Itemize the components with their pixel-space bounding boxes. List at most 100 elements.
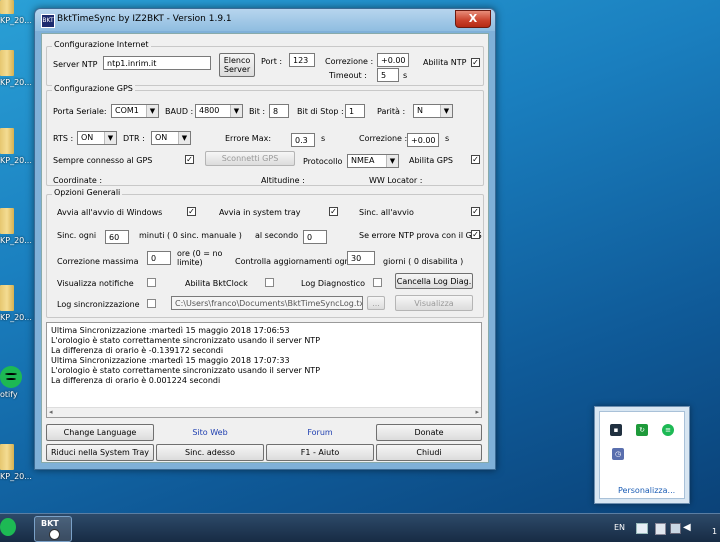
scroll-left-icon[interactable]: ◂ — [49, 408, 53, 417]
coordinates-label: Coordinate : — [53, 176, 103, 185]
sync-every-label: Sinc. ogni — [57, 231, 97, 240]
log-path-input[interactable]: C:\Users\franco\Documents\BktTimeSyncLog… — [171, 296, 363, 310]
sync-log-output[interactable]: Ultima Sincronizzazione :martedì 15 magg… — [46, 322, 482, 418]
ntp-correction-input[interactable]: +0.00 — [377, 53, 409, 67]
desktop-icon-label: KP_20... — [0, 78, 32, 87]
view-log-button[interactable]: Visualizza — [395, 295, 473, 311]
desktop-icon[interactable]: KP_20... — [0, 128, 32, 165]
monitor-icon[interactable]: ▪ — [610, 424, 622, 436]
browse-button[interactable]: ... — [367, 296, 385, 310]
donate-button[interactable]: Donate — [376, 424, 482, 441]
chevron-down-icon: ▼ — [386, 155, 398, 167]
keyboard-icon[interactable] — [655, 523, 666, 535]
always-connected-checkbox[interactable]: ✓ — [185, 155, 194, 164]
desktop-icon[interactable]: KP_20... — [0, 0, 32, 25]
max-correction-input[interactable]: 0 — [147, 251, 171, 265]
bktclock-checkbox[interactable] — [265, 278, 274, 287]
chevron-down-icon: ▼ — [104, 132, 116, 144]
spotify-tray-icon[interactable]: ≡ — [662, 424, 674, 436]
start-windows-checkbox[interactable]: ✓ — [187, 207, 196, 216]
bktclock-label: Abilita BktClock — [185, 279, 248, 288]
sync-every-input[interactable]: 60 — [105, 230, 129, 244]
rts-label: RTS : — [53, 134, 74, 143]
language-indicator[interactable]: EN — [614, 523, 625, 532]
parity-value: N — [417, 106, 423, 115]
port-input[interactable]: 123 — [289, 53, 315, 67]
stop-bits-label: Bit di Stop : — [297, 107, 344, 116]
enable-gps-checkbox[interactable]: ✓ — [471, 155, 480, 164]
desktop-icon[interactable]: otify — [0, 366, 30, 399]
sync-icon[interactable]: ↻ — [636, 424, 648, 436]
max-error-unit: s — [321, 134, 326, 143]
bkt-icon: BKT — [41, 519, 59, 528]
clear-diag-log-button[interactable]: Cancella Log Diag. — [395, 273, 473, 289]
start-tray-checkbox[interactable]: ✓ — [329, 207, 338, 216]
minimize-to-tray-button[interactable]: Riduci nella System Tray — [46, 444, 154, 461]
port-label: Port : — [261, 57, 283, 66]
diag-log-checkbox[interactable] — [373, 278, 382, 287]
desktop-icon-label: KP_20... — [0, 472, 32, 481]
log-line: L'orologio è stato correttamente sincron… — [51, 366, 321, 375]
title-bar[interactable]: BKT BktTimeSync by IZ2BKT - Version 1.9.… — [35, 9, 495, 31]
log-line: Ultima Sincronizzazione :martedì 15 magg… — [51, 356, 290, 365]
desktop-icon-label: otify — [0, 390, 18, 399]
enable-ntp-label: Abilita NTP — [423, 58, 467, 67]
check-updates-input[interactable]: 30 — [347, 251, 375, 265]
website-link[interactable]: Sito Web — [156, 424, 264, 441]
close-button[interactable]: X — [455, 10, 491, 28]
bkt-tray-icon[interactable]: ◷ — [612, 448, 624, 460]
window-client: Configurazione Internet Server NTP ntp1.… — [41, 33, 489, 463]
sync-now-button[interactable]: Sinc. adesso — [156, 444, 264, 461]
change-language-button[interactable]: Change Language — [46, 424, 154, 441]
log-line: La differenza di orario è 0.001224 secon… — [51, 376, 221, 385]
serial-port-select[interactable]: COM1 ▼ — [111, 104, 159, 118]
desktop-icon[interactable]: KP_20... — [0, 208, 32, 245]
desktop-icon[interactable]: KP_20... — [0, 285, 32, 322]
taskbar-app-bkt[interactable]: BKT — [34, 516, 72, 542]
notifications-checkbox[interactable] — [147, 278, 156, 287]
help-button[interactable]: F1 - Aiuto — [266, 444, 374, 461]
desktop-icon[interactable]: KP_20... — [0, 444, 32, 481]
volume-icon[interactable]: ◀ — [683, 522, 691, 533]
protocol-select[interactable]: NMEA ▼ — [347, 154, 399, 168]
dtr-select[interactable]: ON ▼ — [151, 131, 191, 145]
parity-select[interactable]: N ▼ — [413, 104, 453, 118]
timeout-label: Timeout : — [329, 71, 367, 80]
stop-bits-input[interactable]: 1 — [345, 104, 365, 118]
rts-select[interactable]: ON ▼ — [77, 131, 117, 145]
close-app-button[interactable]: Chiudi — [376, 444, 482, 461]
network-icon[interactable] — [670, 523, 681, 534]
server-ntp-input[interactable]: ntp1.inrim.it — [103, 56, 211, 70]
max-correction-unit: ore (0 = no limite) — [177, 249, 223, 267]
log-line: L'orologio è stato correttamente sincron… — [51, 336, 321, 345]
sync-start-checkbox[interactable]: ✓ — [471, 207, 480, 216]
gps-correction-input[interactable]: +0.00 — [407, 133, 439, 147]
scroll-right-icon[interactable]: ▸ — [475, 408, 479, 417]
app-icon: BKT — [41, 14, 55, 28]
group-title: Configurazione GPS — [52, 84, 135, 93]
spotify-taskbar-icon[interactable] — [0, 518, 16, 536]
ntp-error-gps-checkbox[interactable]: ✓ — [471, 230, 480, 239]
sync-log-checkbox[interactable] — [147, 299, 156, 308]
baud-select[interactable]: 4800 ▼ — [195, 104, 243, 118]
bits-input[interactable]: 8 — [269, 104, 289, 118]
bits-label: Bit : — [249, 107, 266, 116]
tray-overflow-popup: ▪ ↻ ≡ ◷ Personalizza... — [594, 406, 690, 504]
serial-port-value: COM1 — [115, 106, 139, 115]
per-second-input[interactable]: 0 — [303, 230, 327, 244]
enable-ntp-checkbox[interactable]: ✓ — [471, 58, 480, 67]
horizontal-scrollbar[interactable]: ◂ ▸ — [47, 407, 481, 417]
disconnect-gps-button[interactable]: Sconnetti GPS — [205, 151, 295, 166]
show-hidden-icons-icon[interactable] — [636, 523, 648, 534]
desktop-icon[interactable]: KP_20... — [0, 50, 32, 87]
forum-link[interactable]: Forum — [266, 424, 374, 441]
start-tray-label: Avvia in system tray — [219, 208, 301, 217]
taskbar-clock[interactable]: 1 — [712, 527, 717, 536]
customize-link[interactable]: Personalizza... — [618, 486, 675, 495]
clock-icon — [49, 529, 60, 540]
timeout-input[interactable]: 5 — [377, 68, 399, 82]
spotify-icon — [0, 366, 22, 388]
server-list-button[interactable]: Elenco Server — [219, 53, 255, 77]
max-error-input[interactable]: 0.3 — [291, 133, 315, 147]
log-line: Ultima Sincronizzazione :martedì 15 magg… — [51, 326, 290, 335]
